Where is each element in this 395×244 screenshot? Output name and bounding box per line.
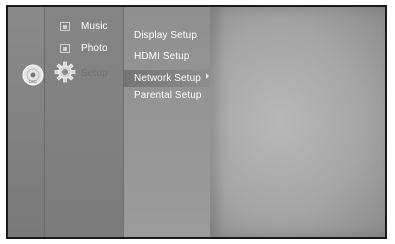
submenu-item-display-setup[interactable]: Display Setup (134, 30, 197, 41)
tv-menu-screen: DVD Music Photo Setup Display Setup HDMI… (6, 5, 387, 239)
submenu-arrow-icon (206, 73, 209, 79)
sub-menu-column (124, 7, 210, 237)
gear-icon (54, 61, 76, 83)
submenu-item-network-setup[interactable]: Network Setup (134, 73, 201, 84)
left-column (8, 7, 45, 237)
main-item-music-label: Music (81, 21, 108, 32)
photo-folder-icon (60, 44, 70, 53)
main-item-setup-label: Setup (81, 68, 108, 79)
svg-text:DVD: DVD (29, 80, 37, 84)
disc-icon: DVD (22, 64, 44, 86)
music-folder-icon (60, 22, 70, 31)
preview-area (210, 7, 385, 237)
submenu-item-hdmi-setup[interactable]: HDMI Setup (134, 51, 189, 62)
main-item-photo-label: Photo (81, 43, 108, 54)
submenu-item-parental-setup[interactable]: Parental Setup (134, 90, 202, 101)
main-menu-column (45, 7, 124, 237)
